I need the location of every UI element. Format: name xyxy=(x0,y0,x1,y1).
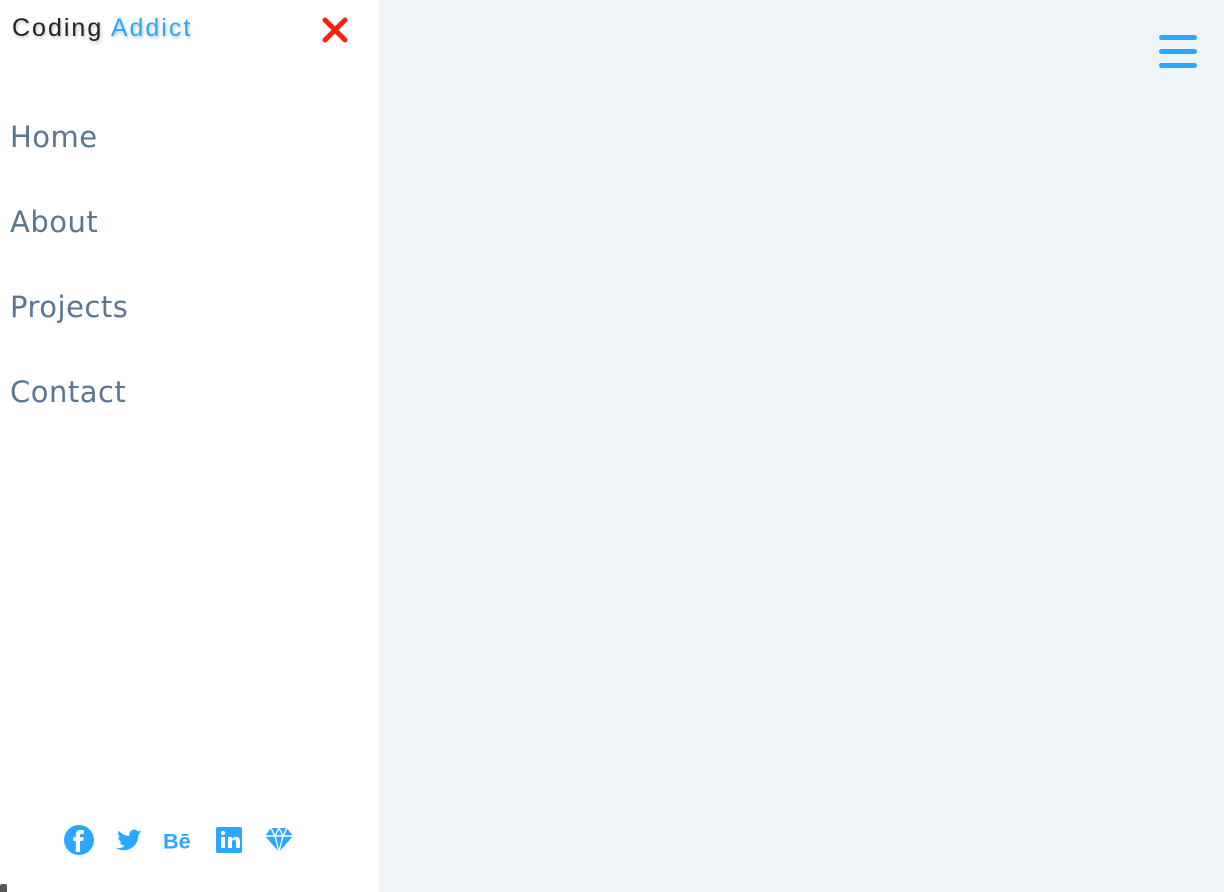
linkedin-icon xyxy=(216,827,242,853)
sidebar-nav: Home About Projects Contact xyxy=(10,112,128,452)
sketch-link[interactable] xyxy=(263,824,295,856)
brand-primary-text: Coding xyxy=(12,14,104,42)
sidebar-item-home[interactable]: Home xyxy=(10,112,128,197)
sidebar-link-contact[interactable]: Contact xyxy=(10,367,126,417)
sidebar-item-contact[interactable]: Contact xyxy=(10,367,128,452)
sidebar-link-projects[interactable]: Projects xyxy=(10,282,128,332)
corner-mark xyxy=(0,884,7,892)
app-window: Coding Addict Home About Projects Contac… xyxy=(0,0,1224,892)
facebook-icon xyxy=(64,825,94,855)
twitter-link[interactable] xyxy=(113,824,145,856)
close-sidebar-button[interactable] xyxy=(321,16,349,44)
brand-accent-text: Addict xyxy=(110,14,193,42)
sidebar: Coding Addict Home About Projects Contac… xyxy=(0,0,379,892)
svg-text:Bē: Bē xyxy=(163,828,191,853)
sketch-icon xyxy=(265,826,293,853)
close-icon xyxy=(322,17,348,43)
social-links: Bē xyxy=(63,824,295,856)
hamburger-menu-icon xyxy=(1159,63,1197,68)
sidebar-link-about[interactable]: About xyxy=(10,197,98,247)
sidebar-link-home[interactable]: Home xyxy=(10,112,98,162)
brand-logo[interactable]: Coding Addict xyxy=(12,14,192,43)
sidebar-item-projects[interactable]: Projects xyxy=(10,282,128,367)
facebook-link[interactable] xyxy=(63,824,95,856)
hamburger-menu-icon xyxy=(1159,35,1197,40)
linkedin-link[interactable] xyxy=(213,824,245,856)
menu-toggle-button[interactable] xyxy=(1159,35,1199,69)
hamburger-menu-icon xyxy=(1159,49,1197,54)
behance-link[interactable]: Bē xyxy=(163,824,195,856)
main-content xyxy=(379,0,1224,892)
behance-icon: Bē xyxy=(163,828,191,853)
sidebar-item-about[interactable]: About xyxy=(10,197,128,282)
twitter-icon xyxy=(116,829,142,851)
